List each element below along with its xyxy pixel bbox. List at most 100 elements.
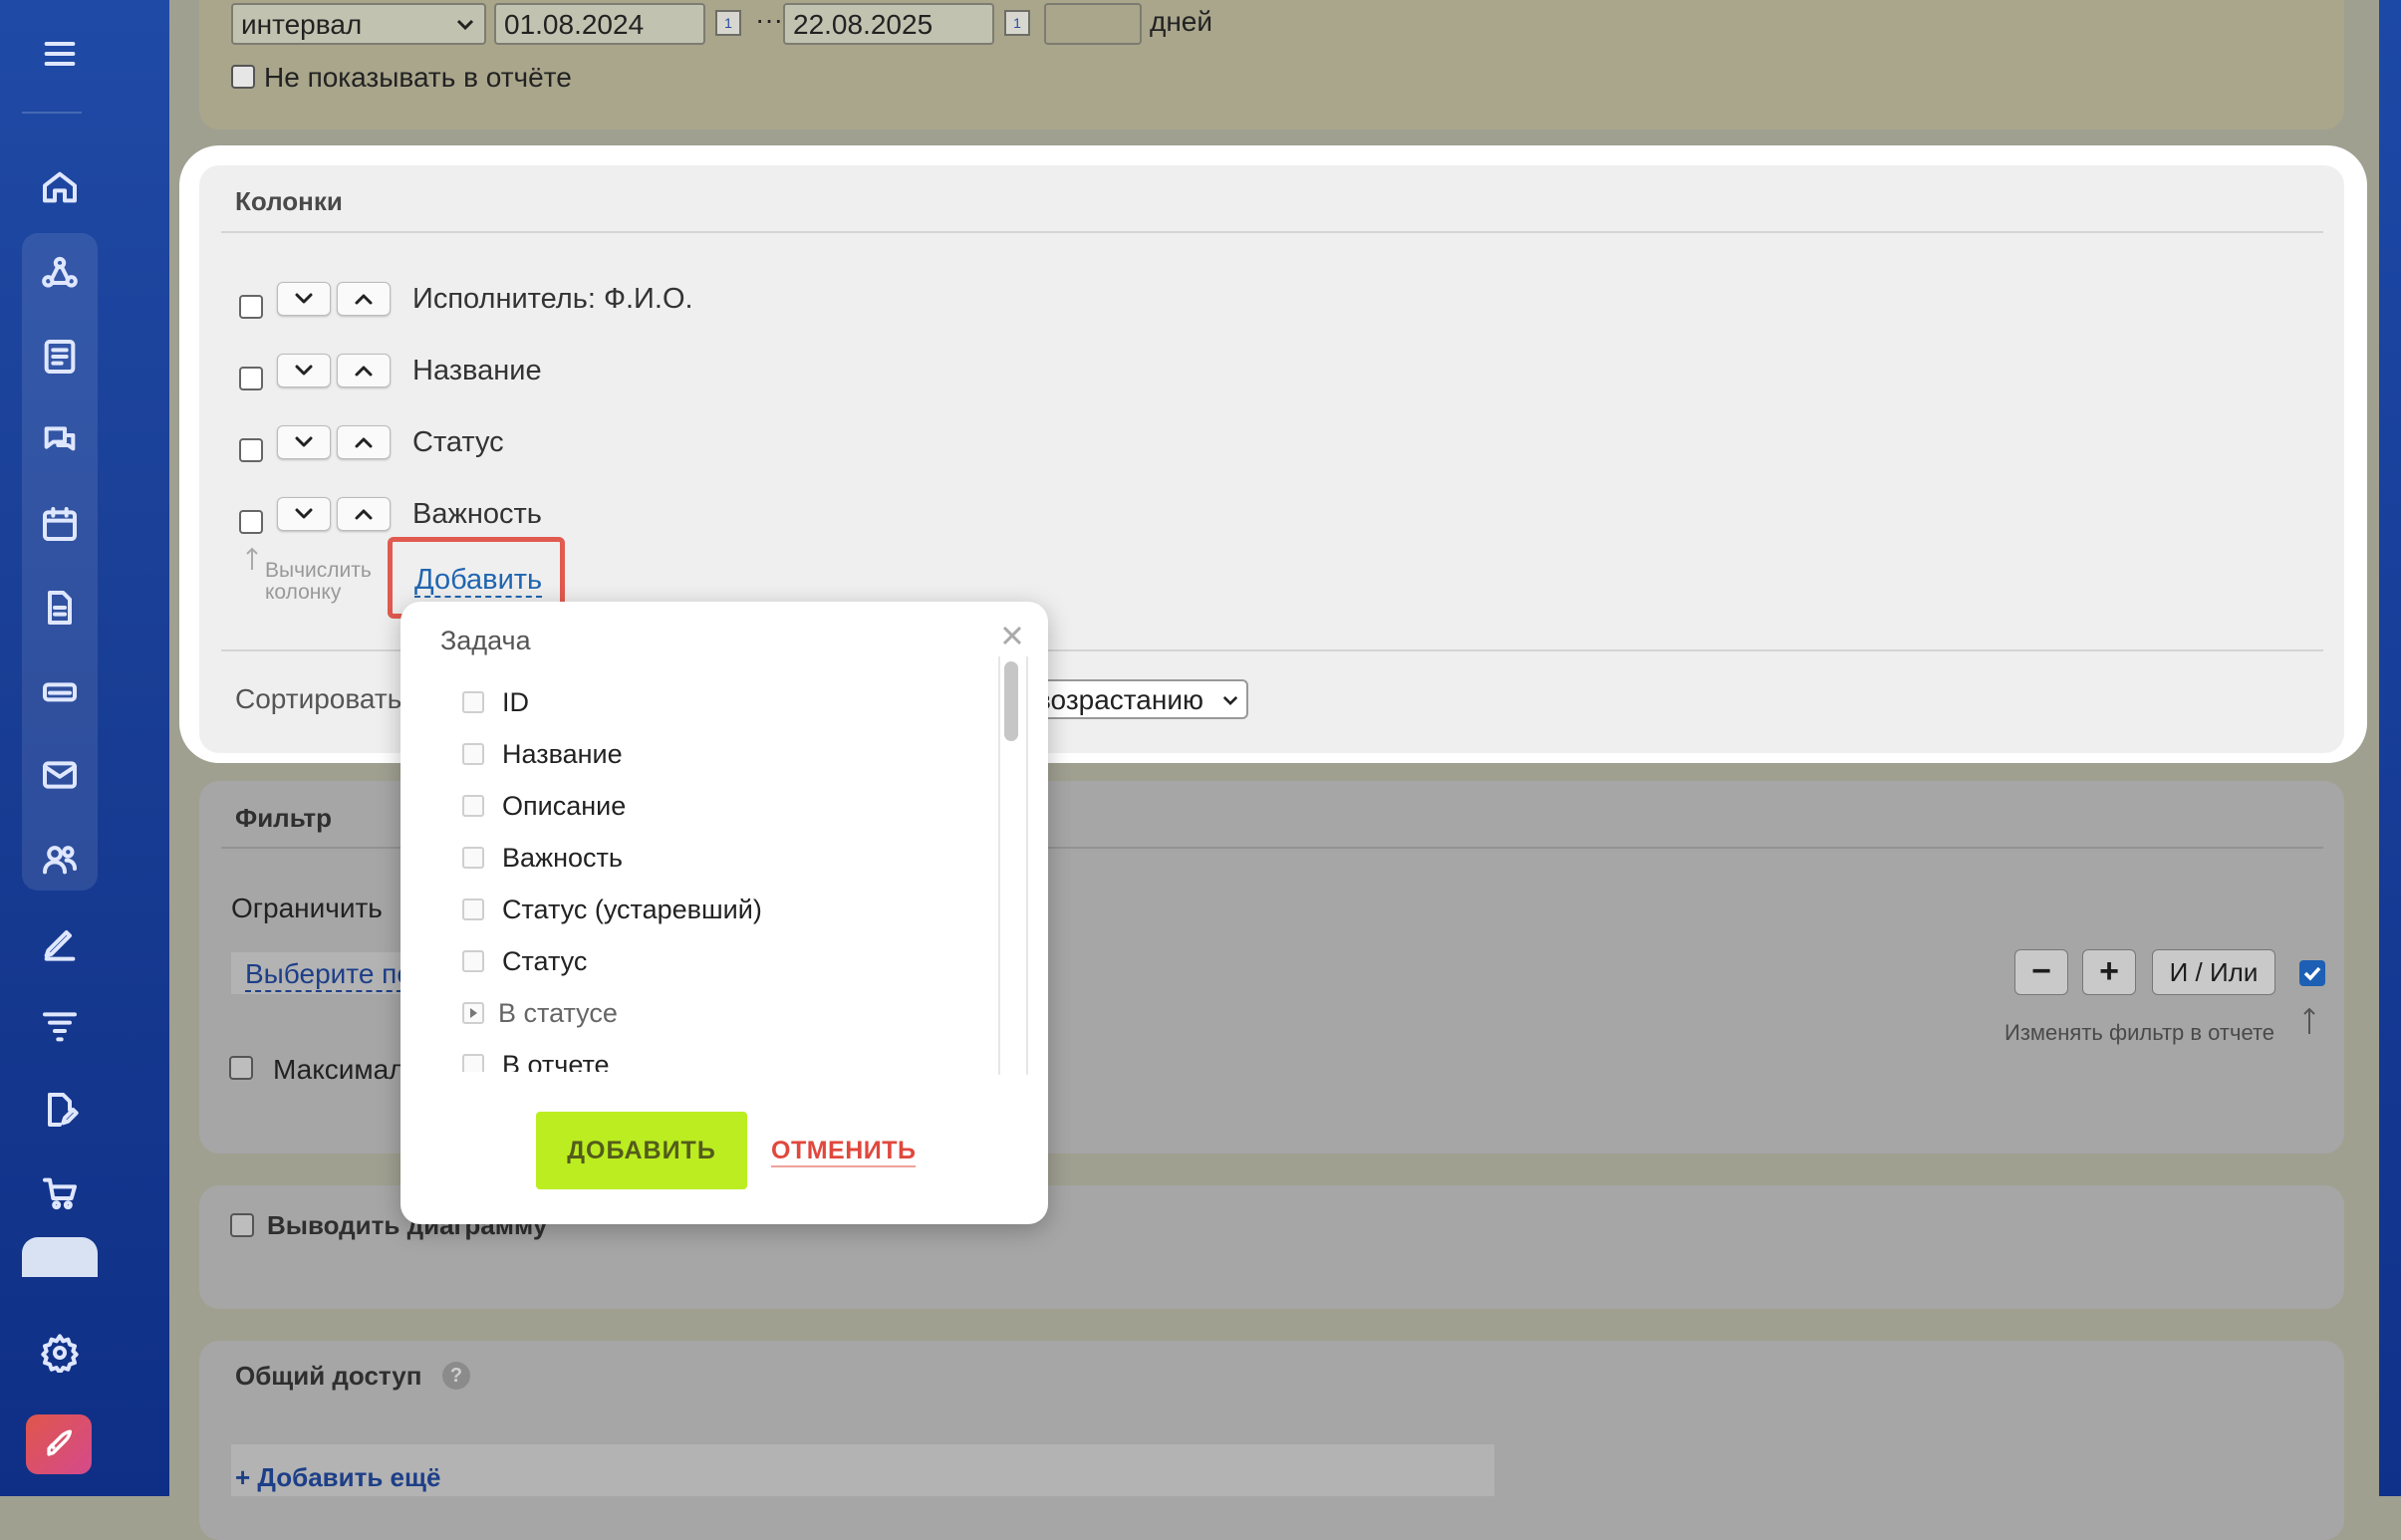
add-more-link[interactable]: + Добавить ещё xyxy=(235,1462,440,1493)
field-list[interactable]: ID Название Описание Важность Статус (ус… xyxy=(400,661,1038,1072)
chevron-up-icon xyxy=(355,509,373,520)
arrow-up-icon xyxy=(2303,1007,2315,1034)
change-filter-note: Изменять фильтр в отчете xyxy=(2004,1020,2275,1045)
list-item[interactable]: Описание xyxy=(462,791,626,821)
calendar-icon[interactable] xyxy=(36,500,84,548)
left-sidebar xyxy=(0,0,169,1496)
chevron-down-icon xyxy=(295,508,313,519)
hide-in-report-label: Не показывать в отчёте xyxy=(264,62,572,93)
chat-icon[interactable] xyxy=(36,416,84,464)
field-checkbox[interactable] xyxy=(462,795,484,817)
crm-icon[interactable] xyxy=(36,249,84,297)
hide-in-report-checkbox[interactable] xyxy=(231,65,255,89)
home-icon[interactable] xyxy=(36,163,84,211)
and-or-button[interactable]: И / Или xyxy=(2152,949,2275,995)
edit-document-icon[interactable] xyxy=(36,1086,84,1134)
chevron-down-icon xyxy=(295,365,313,376)
column-checkbox[interactable] xyxy=(239,295,263,319)
column-label: Важность xyxy=(412,498,542,530)
arrow-up-icon xyxy=(246,547,258,570)
settings-icon[interactable] xyxy=(36,1329,84,1377)
column-checkbox[interactable] xyxy=(239,438,263,462)
limit-label: Ограничить xyxy=(231,893,383,923)
chevron-up-icon xyxy=(355,366,373,377)
help-icon[interactable]: ? xyxy=(442,1362,470,1390)
column-checkbox[interactable] xyxy=(239,510,263,534)
move-down-button[interactable] xyxy=(277,354,331,387)
sharing-title: Общий доступ xyxy=(235,1361,422,1391)
add-filter-button[interactable]: + xyxy=(2082,949,2136,995)
scrollbar-track xyxy=(998,656,1000,1075)
date-to-input[interactable]: 22.08.2025 xyxy=(783,3,994,45)
sort-label: Сортировать xyxy=(235,683,402,714)
mail-icon[interactable] xyxy=(36,751,84,799)
change-filter-checkbox[interactable] xyxy=(2299,960,2325,986)
add-button[interactable]: ДОБАВИТЬ xyxy=(536,1112,747,1189)
column-label: Статус xyxy=(412,426,504,458)
field-checkbox[interactable] xyxy=(462,950,484,972)
max-checkbox[interactable] xyxy=(229,1056,253,1080)
column-label: Название xyxy=(412,355,542,386)
move-down-button[interactable] xyxy=(277,497,331,531)
scrollbar-thumb[interactable] xyxy=(1004,661,1018,741)
chevron-down-icon xyxy=(456,19,474,31)
filter-title: Фильтр xyxy=(235,803,333,833)
menu-icon[interactable] xyxy=(36,30,84,78)
list-item[interactable]: Важность xyxy=(462,843,623,873)
list-item[interactable]: Статус xyxy=(462,946,587,976)
move-up-button[interactable] xyxy=(337,282,391,316)
contacts-icon[interactable] xyxy=(36,835,84,883)
days-input[interactable] xyxy=(1044,3,1142,45)
chevron-down-icon xyxy=(295,436,313,447)
calc-column-note[interactable]: Вычислить колонку xyxy=(265,560,372,604)
max-label: Максимал xyxy=(273,1054,405,1085)
sort-order-select[interactable]: возрастанию xyxy=(1024,679,1248,719)
sidebar-divider xyxy=(22,112,82,114)
automation-icon[interactable] xyxy=(36,1002,84,1050)
move-down-button[interactable] xyxy=(277,425,331,459)
list-item[interactable]: Статус (устаревший) xyxy=(462,895,762,924)
sign-icon[interactable] xyxy=(36,918,84,966)
move-up-button[interactable] xyxy=(337,354,391,387)
cart-icon[interactable] xyxy=(36,1169,84,1217)
period-type-select[interactable]: интервал xyxy=(231,3,486,45)
field-checkbox[interactable] xyxy=(462,898,484,920)
date-separator: ··· xyxy=(755,4,783,35)
field-picker-popup: Задача ID Название Описание Важность Ста… xyxy=(400,602,1048,1224)
move-up-button[interactable] xyxy=(337,497,391,531)
popup-title: Задача xyxy=(440,626,531,655)
feed-icon[interactable] xyxy=(36,333,84,381)
show-chart-checkbox[interactable] xyxy=(230,1213,254,1237)
field-checkbox[interactable] xyxy=(462,1054,484,1072)
field-checkbox[interactable] xyxy=(462,691,484,713)
list-item[interactable]: В отчете xyxy=(462,1050,610,1072)
remove-filter-button[interactable]: − xyxy=(2014,949,2068,995)
list-item[interactable]: ID xyxy=(462,687,529,717)
document-icon[interactable] xyxy=(36,584,84,632)
list-item[interactable]: Название xyxy=(462,739,623,769)
check-icon xyxy=(2303,966,2321,981)
date-from-input[interactable]: 01.08.2024 xyxy=(494,3,705,45)
expand-icon[interactable] xyxy=(462,1002,484,1024)
field-checkbox[interactable] xyxy=(462,743,484,765)
sidebar-item-tasks-active[interactable] xyxy=(22,1237,98,1277)
right-edge xyxy=(2379,0,2401,1496)
cancel-button[interactable]: ОТМЕНИТЬ xyxy=(771,1136,917,1167)
columns-title: Колонки xyxy=(235,186,343,216)
move-up-button[interactable] xyxy=(337,425,391,459)
calendar-to-icon[interactable]: 1 xyxy=(1004,10,1030,36)
drive-icon[interactable] xyxy=(36,667,84,715)
sharing-panel xyxy=(199,1341,2344,1540)
calendar-from-icon[interactable]: 1 xyxy=(715,10,741,36)
column-checkbox[interactable] xyxy=(239,367,263,390)
select-field-link[interactable]: Выберите по xyxy=(245,958,412,992)
field-checkbox[interactable] xyxy=(462,847,484,869)
add-column-link[interactable]: Добавить xyxy=(414,564,543,598)
rocket-icon[interactable] xyxy=(26,1414,92,1474)
days-label: дней xyxy=(1150,6,1213,37)
chevron-up-icon xyxy=(355,294,373,305)
close-icon[interactable] xyxy=(1000,624,1024,647)
move-down-button[interactable] xyxy=(277,282,331,316)
chevron-down-icon xyxy=(295,293,313,304)
list-item-expandable[interactable]: В статусе xyxy=(462,998,618,1028)
